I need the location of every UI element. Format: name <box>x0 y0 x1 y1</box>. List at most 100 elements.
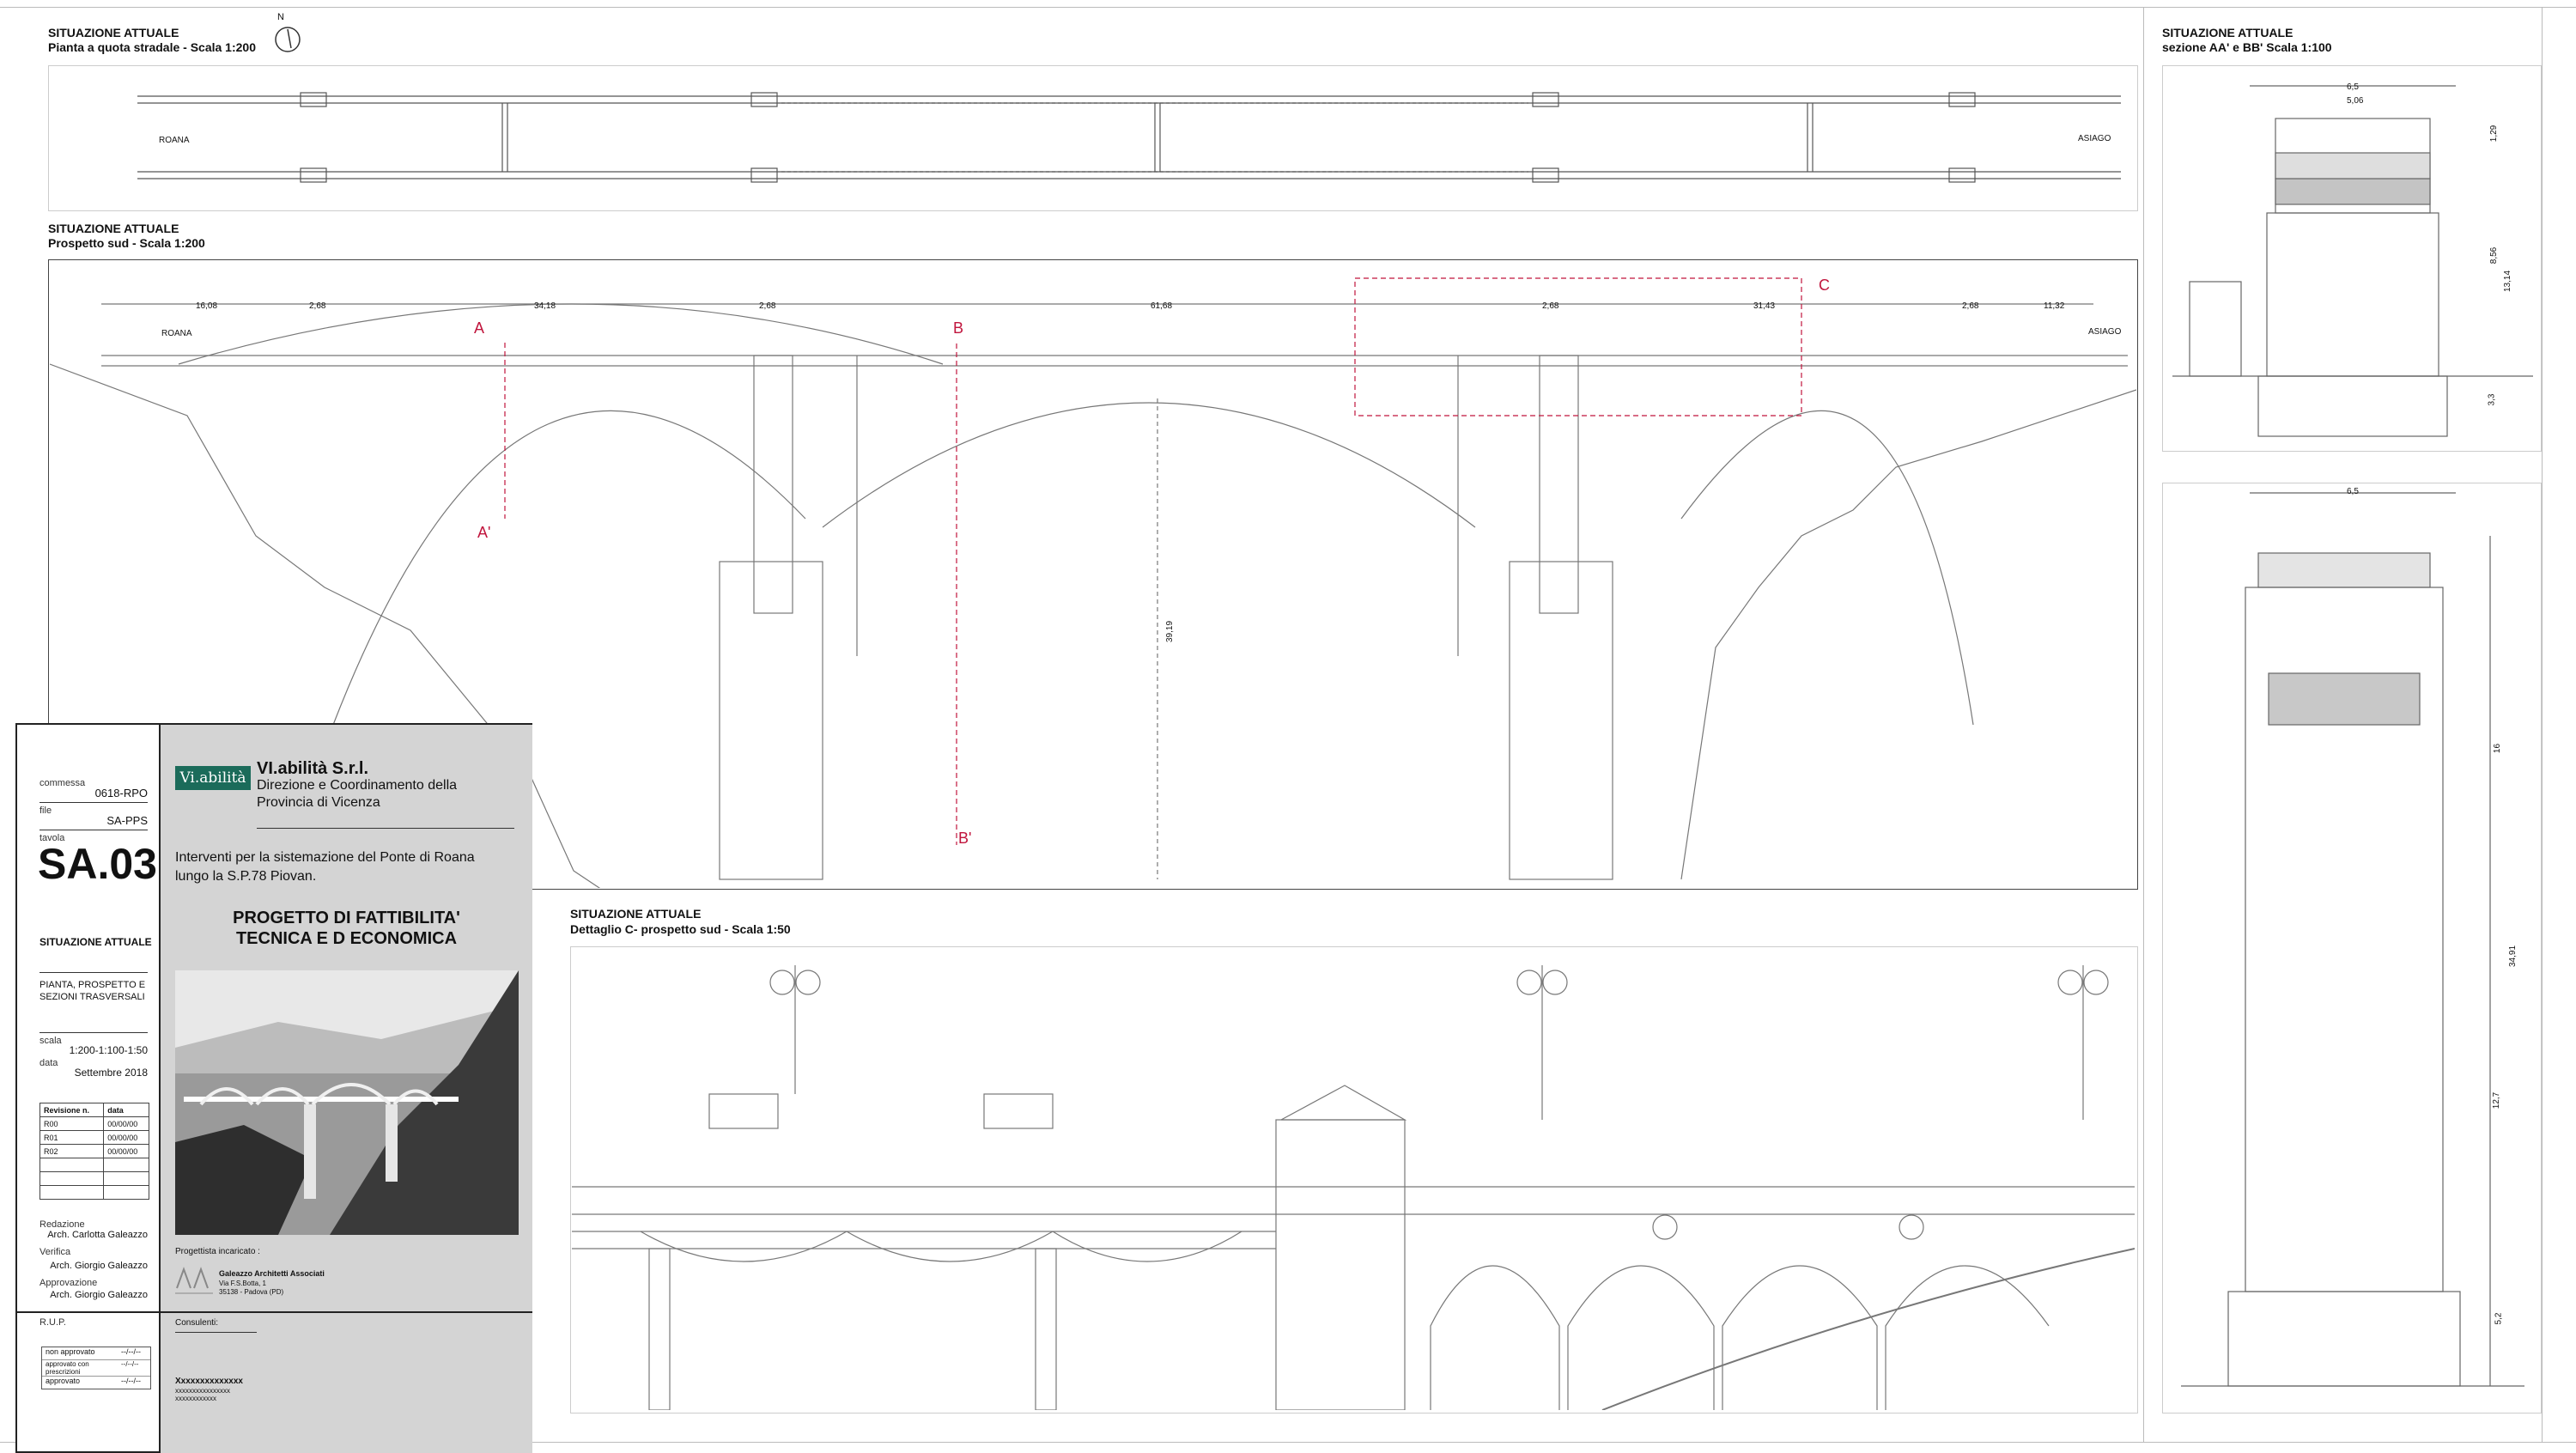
rup-label: R.U.P. <box>39 1317 66 1328</box>
sec-dim-9: 12,7 <box>2492 1091 2502 1110</box>
file-value: SA-PPS <box>106 814 148 827</box>
detail-subtitle: Dettaglio C- prospetto sud - Scala 1:50 <box>570 922 791 936</box>
approval-option: approvato <box>46 1377 81 1385</box>
data-value: Settembre 2018 <box>74 1067 148 1079</box>
sec-dim-11: 5,2 <box>2494 1312 2504 1325</box>
approval-option: non approvato <box>46 1347 95 1356</box>
marker-b: B <box>953 319 964 337</box>
dim-2: 2,68 <box>309 301 326 311</box>
section-title: SITUAZIONE ATTUALE <box>2162 26 2293 40</box>
marker-a: A <box>474 319 485 337</box>
firm-logo-icon <box>175 1267 213 1294</box>
rev-header-date: data <box>103 1103 149 1117</box>
rev-num: R01 <box>39 1130 105 1145</box>
approvazione-value: Arch. Giorgio Galeazzo <box>50 1290 148 1300</box>
company-sub2: Provincia di Vicenza <box>257 795 380 810</box>
redazione-label: Redazione <box>39 1219 85 1230</box>
rev-num <box>39 1158 105 1172</box>
dim-7: 31,43 <box>1753 301 1776 311</box>
rev-date <box>103 1171 149 1186</box>
sec-dim-8: 16 <box>2493 743 2503 754</box>
detail-drawing <box>572 965 2135 1410</box>
plan-right-label: ASIAGO <box>2078 134 2111 143</box>
plan-title: SITUAZIONE ATTUALE <box>48 26 179 40</box>
plan-left-label: ROANA <box>159 136 190 145</box>
approval-mark: --/--/-- <box>121 1360 139 1368</box>
approvazione-label: Approvazione <box>39 1278 98 1288</box>
tavola-value: SA.03 <box>38 840 157 888</box>
project-line2: lungo la S.P.78 Piovan. <box>175 869 317 884</box>
elevation-right-label: ASIAGO <box>2088 327 2122 337</box>
approval-option: approvato con prescrizioni <box>46 1360 89 1376</box>
verifica-label: Verifica <box>39 1247 71 1257</box>
subject-title: SITUAZIONE ATTUALE <box>39 936 152 948</box>
sec-dim-7: 6,5 <box>2347 487 2359 496</box>
consulente-sub2: xxxxxxxxxxxx <box>175 1395 216 1402</box>
plan-subtitle: Pianta a quota stradale - Scala 1:200 <box>48 40 256 54</box>
marker-c: C <box>1819 277 1830 294</box>
company-logo: Vi.abilità <box>175 766 251 790</box>
subject-desc: PIANTA, PROSPETTO E SEZIONI TRASVERSALI <box>39 980 146 1002</box>
approval-mark: --/--/-- <box>121 1347 141 1356</box>
firm-addr2: 35138 - Padova (PD) <box>219 1288 284 1296</box>
height-dim: 39,19 <box>1165 620 1176 643</box>
rev-num <box>39 1185 105 1200</box>
section-aa-drawing <box>2172 85 2533 437</box>
rev-num: R00 <box>39 1116 105 1131</box>
rev-date <box>103 1158 149 1172</box>
scala-value: 1:200-1:100-1:50 <box>69 1044 148 1056</box>
rev-date: 00/00/00 <box>103 1144 149 1158</box>
north-label: N <box>277 12 284 22</box>
sec-dim-6: 13,14 <box>2503 270 2513 293</box>
progettista-label: Progettista incaricato : <box>175 1247 260 1256</box>
consulenti-box: Consulenti: Xxxxxxxxxxxxxx xxxxxxxxxxxxx… <box>159 1311 532 1453</box>
dim-9: 11,32 <box>2044 301 2065 311</box>
rev-date: 00/00/00 <box>103 1130 149 1145</box>
approval-mark: --/--/-- <box>121 1377 141 1385</box>
north-arrow-icon <box>275 27 301 52</box>
title-block-left: commessa 0618-RPO file SA-PPS tavola SA.… <box>17 725 159 1451</box>
sec-dim-3: 1,29 <box>2489 125 2500 143</box>
sec-dim-10: 34,91 <box>2508 945 2518 968</box>
title-block: commessa 0618-RPO file SA-PPS tavola SA.… <box>15 723 532 1453</box>
bridge-photo <box>175 970 519 1235</box>
title-block-right: Vi.abilità VI.abilità S.r.l. Direzione e… <box>159 725 532 1311</box>
project-type2: TECNICA E D ECONOMICA <box>235 929 458 948</box>
firm-name: Galeazzo Architetti Associati <box>219 1269 325 1278</box>
dim-8: 2,68 <box>1962 301 1979 311</box>
redazione-value: Arch. Carlotta Galeazzo <box>47 1230 148 1240</box>
company-name: VI.abilità S.r.l. <box>257 759 369 778</box>
commessa-value: 0618-RPO <box>94 787 148 799</box>
sec-dim-2: 5,06 <box>2347 96 2364 106</box>
section-subtitle: sezione AA' e BB' Scala 1:100 <box>2162 40 2332 54</box>
marker-b-prime: B' <box>958 830 972 847</box>
plan-drawing <box>137 92 2121 183</box>
sec-dim-1: 6,5 <box>2347 82 2359 92</box>
dim-4: 2,68 <box>759 301 776 311</box>
consulente-sub1: xxxxxxxxxxxxxxxx <box>175 1387 230 1395</box>
rev-date: 00/00/00 <box>103 1116 149 1131</box>
detail-title: SITUAZIONE ATTUALE <box>570 907 702 921</box>
sec-dim-4: 8,56 <box>2489 246 2500 264</box>
dim-6: 2,68 <box>1542 301 1559 311</box>
rev-num <box>39 1171 105 1186</box>
elevation-subtitle: Prospetto sud - Scala 1:200 <box>48 236 205 250</box>
section-bb-drawing <box>2181 492 2524 1387</box>
dim-5: 61,68 <box>1151 301 1173 311</box>
rev-date <box>103 1185 149 1200</box>
project-type1: PROGETTO DI FATTIBILITA' <box>233 909 460 927</box>
consulenti-label: Consulenti: <box>175 1318 219 1328</box>
approval-box: non approvato --/--/-- approvato con pres… <box>41 1347 151 1389</box>
verifica-value: Arch. Giorgio Galeazzo <box>50 1261 148 1271</box>
sec-dim-5: 3,3 <box>2487 393 2497 406</box>
rev-num: R02 <box>39 1144 105 1158</box>
company-sub1: Direzione e Coordinamento della <box>257 778 458 793</box>
rev-header-num: Revisione n. <box>39 1103 105 1117</box>
project-line1: Interventi per la sistemazione del Ponte… <box>175 850 475 865</box>
elevation-left-label: ROANA <box>161 329 192 338</box>
dim-1: 16,08 <box>196 301 218 311</box>
firm-addr1: Via F.S.Botta, 1 <box>219 1280 266 1287</box>
dim-3: 34,18 <box>534 301 556 311</box>
consulente-name: Xxxxxxxxxxxxxx <box>175 1377 243 1386</box>
marker-a-prime: A' <box>477 524 491 541</box>
